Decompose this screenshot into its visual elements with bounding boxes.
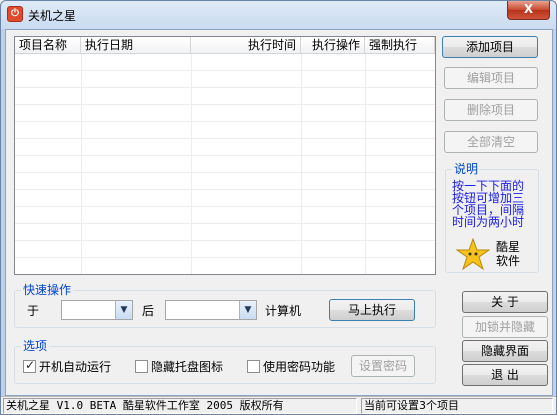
task-list-header: 项目名称 执行日期 执行时间 执行操作 强制执行 xyxy=(15,37,435,54)
brand-line-1: 酷星 xyxy=(496,240,521,254)
column-header-date[interactable]: 执行日期 xyxy=(81,37,191,54)
column-header-force[interactable]: 强制执行 xyxy=(365,37,435,54)
status-copyright: 关机之星 V1.0 BETA 酷星软件工作室 2005 版权所有 xyxy=(3,398,357,414)
close-button[interactable]: X xyxy=(507,1,550,20)
password-label[interactable]: 使用密码功能 xyxy=(263,360,335,374)
about-button[interactable]: 关 于 xyxy=(462,291,548,313)
quick-ops-label: 快速操作 xyxy=(21,283,74,297)
time-select[interactable]: ▼ xyxy=(61,300,133,320)
window-title: 关机之星 xyxy=(28,9,77,23)
title-bar[interactable]: ⏻ 关机之星 X xyxy=(1,1,556,29)
quick-ops-group: 快速操作 于 ▼ 后 ▼ 计算机 马上执行 xyxy=(14,283,436,328)
column-header-name[interactable]: 项目名称 xyxy=(15,37,81,54)
action-select[interactable]: ▼ xyxy=(165,300,257,320)
status-item-count: 当前可设置3个项目 xyxy=(361,398,553,414)
description-group: 说明 按一下下面的按钮可增加三个项目，间隔时间为两小时 酷星 软件 xyxy=(445,162,539,273)
set-password-button[interactable]: 设置密码 xyxy=(351,355,415,377)
hide-ui-button[interactable]: 隐藏界面 xyxy=(462,340,548,362)
chevron-down-icon[interactable]: ▼ xyxy=(239,301,256,319)
after-label: 后 xyxy=(142,304,155,318)
lock-hide-button[interactable]: 加锁并隐藏 xyxy=(462,316,548,338)
edit-item-button[interactable]: 编辑项目 xyxy=(444,67,538,89)
password-checkbox[interactable] xyxy=(247,360,260,373)
hide-tray-label[interactable]: 隐藏托盘图标 xyxy=(151,360,223,374)
hide-tray-checkbox[interactable] xyxy=(135,360,148,373)
column-header-time[interactable]: 执行时间 xyxy=(191,37,301,54)
task-list-grid xyxy=(15,54,435,274)
brand-name: 酷星 软件 xyxy=(496,240,520,268)
quick-ops-prefix: 于 xyxy=(27,304,40,318)
description-text: 按一下下面的按钮可增加三个项目，间隔时间为两小时 xyxy=(452,179,525,229)
power-icon: ⏻ xyxy=(7,6,23,22)
options-label: 选项 xyxy=(21,339,50,353)
star-icon xyxy=(456,238,490,271)
brand-line-2: 软件 xyxy=(496,254,521,268)
chevron-down-icon[interactable]: ▼ xyxy=(115,301,132,319)
column-header-action[interactable]: 执行操作 xyxy=(301,37,365,54)
autorun-label[interactable]: 开机自动运行 xyxy=(39,360,111,374)
autorun-checkbox[interactable] xyxy=(23,358,36,373)
client-area: 项目名称 执行日期 执行时间 执行操作 强制执行 添加项目 编辑项目 删除项目 … xyxy=(5,29,553,396)
status-bar: 关机之星 V1.0 BETA 酷星软件工作室 2005 版权所有 当前可设置3个… xyxy=(1,396,556,414)
computer-label: 计算机 xyxy=(265,304,302,318)
execute-now-button[interactable]: 马上执行 xyxy=(329,299,415,321)
exit-button[interactable]: 退 出 xyxy=(462,364,548,386)
add-item-button[interactable]: 添加项目 xyxy=(442,36,538,58)
description-label: 说明 xyxy=(452,162,481,176)
delete-item-button[interactable]: 删除项目 xyxy=(444,99,538,121)
main-window: ⏻ 关机之星 X 项目名称 执行日期 执行时间 执行操作 强制执行 添加项目 编… xyxy=(0,0,557,415)
clear-all-button[interactable]: 全部清空 xyxy=(444,131,538,153)
task-list[interactable]: 项目名称 执行日期 执行时间 执行操作 强制执行 xyxy=(14,36,436,275)
options-group: 选项 开机自动运行 隐藏托盘图标 使用密码功能 设置密码 xyxy=(14,339,436,384)
